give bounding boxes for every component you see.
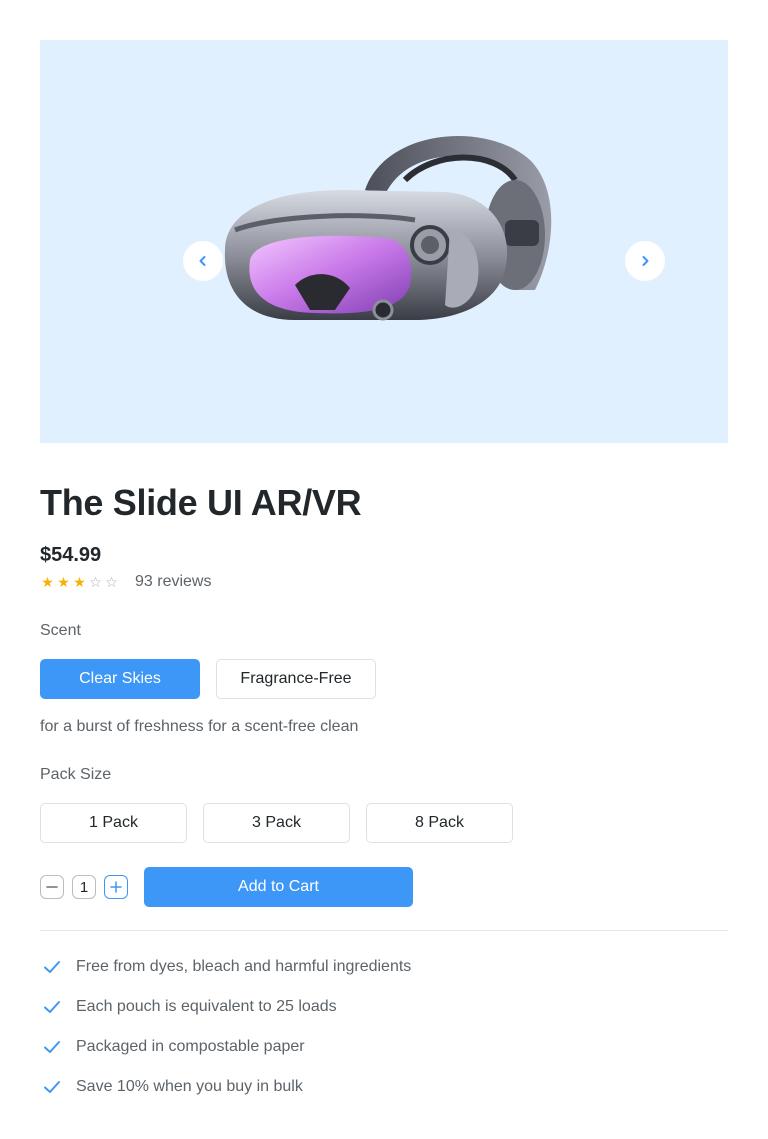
reviews-count-link[interactable]: 93 reviews [135, 573, 211, 591]
star-filled-icon: ★ [41, 574, 54, 590]
feature-text: Save 10% when you buy in bulk [76, 1078, 303, 1095]
star-filled-icon: ★ [57, 574, 70, 590]
star-empty-icon: ☆ [89, 574, 102, 590]
checkmark-icon [40, 1075, 64, 1099]
pack-option-1[interactable]: 1 Pack [40, 803, 187, 843]
checkmark-icon [40, 995, 64, 1019]
gallery-next-button[interactable] [625, 241, 665, 281]
product-rating: ★ ★ ★ ☆ ☆ 93 reviews [40, 573, 211, 591]
scent-label: Scent [40, 622, 81, 639]
quantity-increment-button[interactable] [104, 875, 128, 899]
vr-headset-image [224, 136, 552, 321]
divider [40, 930, 728, 931]
feature-item: Save 10% when you buy in bulk [40, 1067, 411, 1107]
product-title: The Slide UI AR/VR [40, 482, 362, 523]
scent-option-clear-skies[interactable]: Clear Skies [40, 659, 200, 699]
feature-text: Packaged in compostable paper [76, 1038, 305, 1055]
pack-option-3[interactable]: 3 Pack [203, 803, 350, 843]
feature-text: Each pouch is equivalent to 25 loads [76, 998, 337, 1015]
pack-size-label: Pack Size [40, 766, 112, 783]
product-price: $54.99 [40, 544, 102, 566]
star-rating: ★ ★ ★ ☆ ☆ [40, 573, 119, 591]
scent-description: for a burst of freshness for a scent-fre… [40, 718, 359, 735]
star-filled-icon: ★ [73, 574, 86, 590]
scent-option-fragrance-free[interactable]: Fragrance-Free [216, 659, 376, 699]
plus-icon [110, 881, 122, 893]
chevron-right-icon [642, 256, 649, 266]
checkmark-icon [40, 1035, 64, 1059]
quantity-decrement-button[interactable] [40, 875, 64, 899]
minus-icon [46, 886, 58, 888]
gallery-prev-button[interactable] [183, 241, 223, 281]
pack-option-8[interactable]: 8 Pack [366, 803, 513, 843]
add-to-cart-button[interactable]: Add to Cart [144, 867, 413, 907]
chevron-left-icon [199, 256, 206, 266]
quantity-input[interactable]: 1 [72, 875, 96, 899]
feature-item: Packaged in compostable paper [40, 1027, 411, 1067]
star-empty-icon: ☆ [105, 574, 118, 590]
feature-item: Each pouch is equivalent to 25 loads [40, 987, 411, 1027]
checkmark-icon [40, 955, 64, 979]
feature-list: Free from dyes, bleach and harmful ingre… [40, 947, 411, 1107]
feature-item: Free from dyes, bleach and harmful ingre… [40, 947, 411, 987]
product-image-gallery [40, 40, 728, 443]
feature-text: Free from dyes, bleach and harmful ingre… [76, 958, 412, 975]
